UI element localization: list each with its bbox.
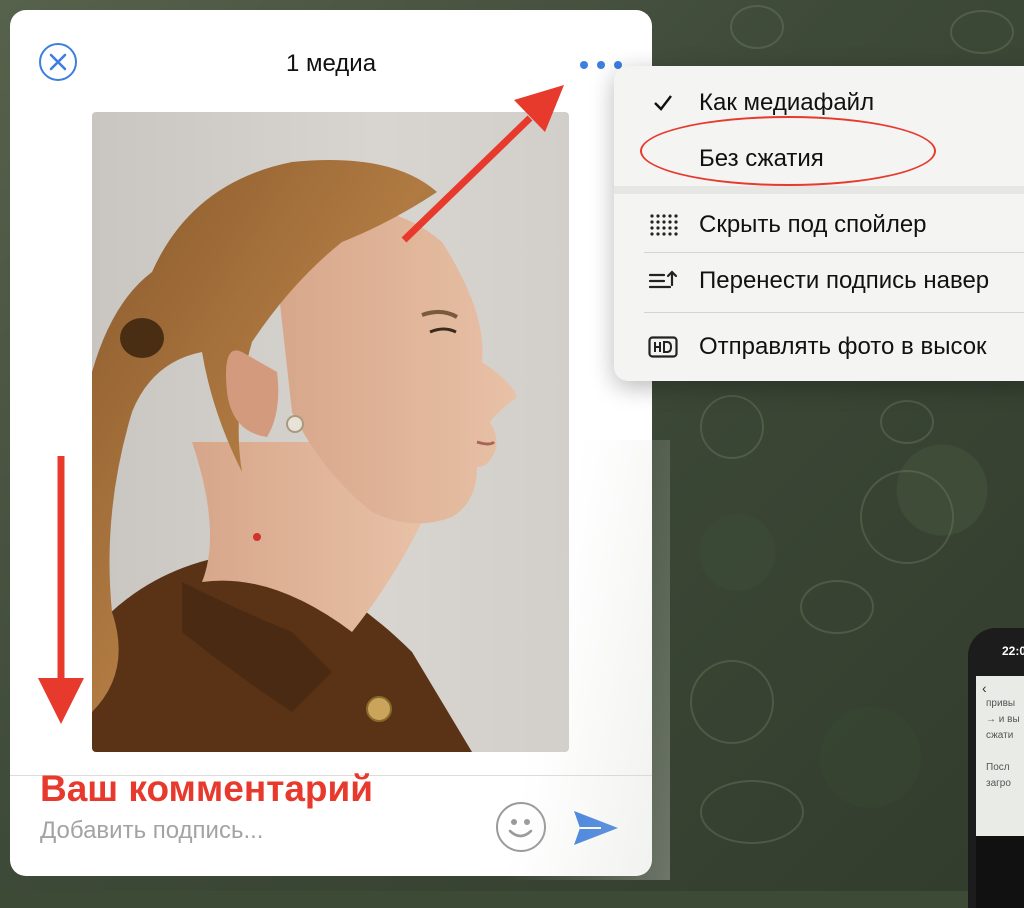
- checkmark-icon: [646, 88, 680, 118]
- phone-text-line: Посл: [986, 762, 1010, 773]
- chevron-left-icon: ‹: [982, 680, 987, 696]
- menu-divider: [644, 312, 1024, 313]
- menu-item-label: Скрыть под спойлер: [699, 211, 927, 238]
- media-options-menu: Как медиафайл Без сжатия Скрыть под спой…: [614, 66, 1024, 381]
- wallpaper-doodle: [950, 10, 1014, 54]
- wallpaper-doodle: [880, 400, 934, 444]
- menu-item-spoiler[interactable]: Скрыть под спойлер: [614, 200, 1024, 250]
- phone-dark-area: [976, 836, 1024, 908]
- menu-item-label: Как медиафайл: [699, 89, 875, 116]
- menu-item-hd-photo[interactable]: Отправлять фото в высок: [614, 322, 1024, 372]
- wallpaper-doodle: [860, 470, 954, 564]
- send-button[interactable]: [571, 808, 621, 848]
- menu-item-no-compression[interactable]: Без сжатия: [614, 134, 1024, 184]
- phone-text-line: привы: [986, 698, 1016, 709]
- phone-preview: 22:0 ‹ привы → и вы сжати Посл загро: [968, 628, 1024, 908]
- send-icon: [574, 811, 618, 845]
- wallpaper-doodle: [800, 580, 874, 634]
- phone-time: 22:0: [1002, 644, 1024, 658]
- phone-text-line: загро: [986, 778, 1011, 789]
- menu-item-move-caption[interactable]: Перенести подпись навер: [614, 256, 1024, 306]
- wallpaper-doodle: [700, 780, 804, 844]
- annotation-label: Ваш комментарий: [40, 768, 374, 809]
- dialog-title: 1 медиа: [285, 50, 377, 77]
- more-dot-icon: [597, 61, 605, 69]
- media-preview-photo[interactable]: [92, 112, 569, 752]
- phone-text-line: → и вы: [986, 714, 1020, 725]
- wallpaper-doodle: [700, 395, 764, 459]
- more-dot-icon: [580, 61, 588, 69]
- emoji-button[interactable]: [496, 802, 546, 852]
- hd-icon: [646, 332, 680, 362]
- menu-item-label: Отправлять фото в высок: [699, 333, 987, 360]
- menu-item-label: Без сжатия: [699, 145, 824, 172]
- menu-item-as-media[interactable]: Как медиафайл: [614, 78, 1024, 128]
- move-caption-up-icon: [646, 266, 680, 296]
- phone-screen: ‹ привы → и вы сжати Посл загро: [976, 676, 1024, 908]
- caption-input[interactable]: [38, 813, 462, 849]
- send-media-dialog: 1 медиа Ваш комментарий Добавить подпись…: [10, 10, 652, 876]
- menu-item-label: Перенести подпись навер: [699, 267, 990, 294]
- wallpaper-doodle: [690, 660, 774, 744]
- phone-text-line: сжати: [986, 730, 1014, 741]
- spoiler-dots-icon: [646, 210, 680, 240]
- woman-profile-photo: [92, 160, 517, 752]
- wallpaper-doodle: [730, 5, 784, 49]
- smiley-icon: [508, 819, 533, 838]
- menu-divider: [644, 252, 1024, 253]
- menu-section-divider: [614, 186, 1024, 194]
